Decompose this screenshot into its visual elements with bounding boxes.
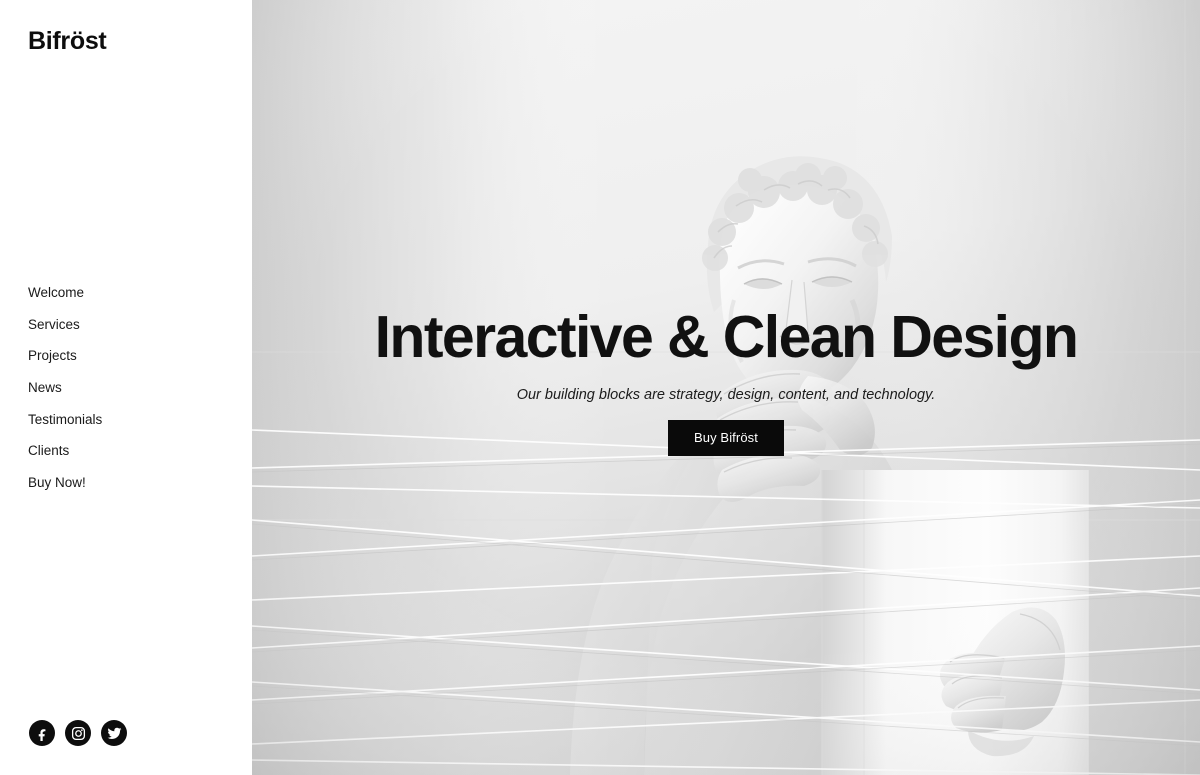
nav-item-clients[interactable]: Clients [28, 444, 102, 458]
landing-page: Bifröst Welcome Services Projects News T… [0, 0, 1200, 775]
site-logo[interactable]: Bifröst [28, 29, 107, 54]
hero-content: Interactive & Clean Design Our building … [252, 0, 1200, 775]
hero-title: Interactive & Clean Design [374, 304, 1079, 370]
facebook-icon[interactable] [29, 720, 55, 746]
hero-subtitle: Our building blocks are strategy, design… [516, 386, 936, 403]
instagram-icon[interactable] [65, 720, 91, 746]
nav-item-testimonials[interactable]: Testimonials [28, 413, 102, 427]
hero-section: Interactive & Clean Design Our building … [252, 0, 1200, 775]
twitter-icon[interactable] [101, 720, 127, 746]
buy-button[interactable]: Buy Bifröst [668, 419, 784, 456]
nav-item-buy-now[interactable]: Buy Now! [28, 476, 102, 490]
main-navigation: Welcome Services Projects News Testimoni… [28, 286, 102, 490]
nav-item-projects[interactable]: Projects [28, 349, 102, 363]
social-links [29, 720, 127, 746]
nav-item-welcome[interactable]: Welcome [28, 286, 102, 300]
nav-item-news[interactable]: News [28, 381, 102, 395]
nav-item-services[interactable]: Services [28, 318, 102, 332]
sidebar: Bifröst Welcome Services Projects News T… [0, 0, 252, 775]
